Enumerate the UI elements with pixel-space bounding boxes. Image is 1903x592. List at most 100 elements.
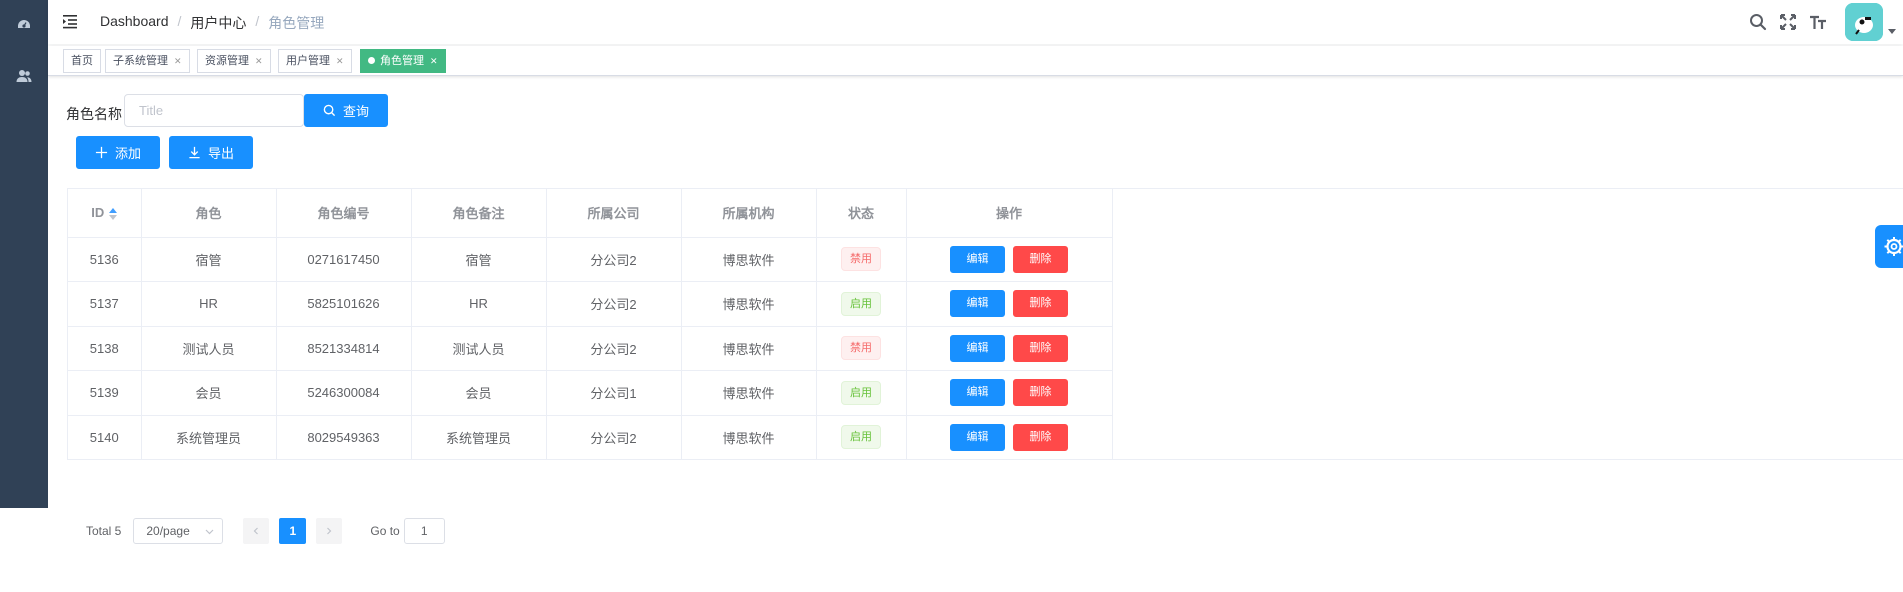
cell-company: 分公司2 xyxy=(546,326,682,371)
cell-status: 启用 xyxy=(816,281,907,327)
font-size-icon[interactable] xyxy=(1809,13,1827,31)
table-row: 5139 会员 5246300084 会员 分公司1 博思软件 启用 编辑 删除 xyxy=(68,370,1113,416)
delete-button[interactable]: 删除 xyxy=(1013,290,1068,318)
page-number-current[interactable]: 1 xyxy=(279,518,307,544)
caret-down-icon[interactable] xyxy=(1887,26,1897,36)
tags-view: 首页 子系统管理 ✕ 资源管理 ✕ 用户管理 ✕ 角色管理 ✕ xyxy=(48,46,1903,76)
search-icon[interactable] xyxy=(1749,13,1767,31)
column-header-id[interactable]: ID xyxy=(68,189,142,238)
cell-org: 博思软件 xyxy=(681,237,817,282)
edit-button[interactable]: 编辑 xyxy=(950,245,1005,273)
chevron-left-icon xyxy=(254,527,259,535)
role-name-input[interactable] xyxy=(124,94,304,127)
edit-button[interactable]: 编辑 xyxy=(950,290,1005,318)
cell-org: 博思软件 xyxy=(681,326,817,371)
column-header-role: 角色 xyxy=(141,189,277,238)
export-button[interactable]: 导出 xyxy=(169,136,253,169)
edit-button[interactable]: 编辑 xyxy=(950,379,1005,407)
status-badge: 启用 xyxy=(841,380,881,405)
search-button[interactable]: 查询 xyxy=(304,94,388,127)
add-button[interactable]: 添加 xyxy=(76,136,160,169)
cell-actions: 编辑 删除 xyxy=(906,281,1113,327)
prev-page-button[interactable] xyxy=(243,518,270,544)
avatar[interactable] xyxy=(1845,3,1883,41)
cell-actions: 编辑 删除 xyxy=(906,237,1113,282)
cell-org: 博思软件 xyxy=(681,370,817,416)
search-icon xyxy=(323,104,336,117)
goto-page-input[interactable]: 1 xyxy=(403,518,445,544)
tag-home[interactable]: 首页 xyxy=(63,49,101,73)
pagination: Total 5 20/page 1 Go to 1 xyxy=(86,518,445,544)
dashboard-icon[interactable] xyxy=(16,17,32,33)
search-label: 角色名称 xyxy=(66,106,122,122)
cell-remark: 宿管 xyxy=(411,237,547,282)
settings-panel-toggle[interactable] xyxy=(1875,225,1903,268)
active-dot-icon xyxy=(368,57,375,64)
cell-id: 5137 xyxy=(68,281,142,327)
role-table: ID 角色 角色编号 角色备注 所属公司 所属机构 状态 操作 5136 宿管 02… xyxy=(67,188,1903,460)
edit-button[interactable]: 编辑 xyxy=(950,423,1005,451)
page-size-value: 20/page xyxy=(146,524,190,538)
tag-resource[interactable]: 资源管理 ✕ xyxy=(197,49,271,73)
cell-org: 博思软件 xyxy=(681,281,817,327)
tag-label: 用户管理 xyxy=(286,55,330,67)
cell-remark: HR xyxy=(411,281,547,327)
cell-remark: 测试人员 xyxy=(411,326,547,371)
table-header-row: ID 角色 角色编号 角色备注 所属公司 所属机构 状态 操作 xyxy=(68,189,1113,238)
page-size-select[interactable]: 20/page xyxy=(133,518,224,544)
table-row: 5140 系统管理员 8029549363 系统管理员 分公司2 博思软件 启用 编辑 删除 xyxy=(68,415,1113,460)
delete-button[interactable]: 删除 xyxy=(1013,334,1068,362)
tag-label: 首页 xyxy=(71,55,93,67)
column-header-status: 状态 xyxy=(816,189,907,238)
cell-remark: 会员 xyxy=(411,370,547,416)
delete-button[interactable]: 删除 xyxy=(1013,245,1068,273)
close-icon[interactable]: ✕ xyxy=(430,56,438,66)
sidebar xyxy=(0,0,48,508)
cell-company: 分公司2 xyxy=(546,415,682,460)
cell-id: 5138 xyxy=(68,326,142,371)
cell-status: 启用 xyxy=(816,370,907,416)
cell-id: 5139 xyxy=(68,370,142,416)
cell-code: 5825101626 xyxy=(276,281,412,327)
tag-role-active[interactable]: 角色管理 ✕ xyxy=(360,49,446,73)
tag-subsystem[interactable]: 子系统管理 ✕ xyxy=(105,49,190,73)
cell-remark: 系统管理员 xyxy=(411,415,547,460)
column-header-org: 所属机构 xyxy=(681,189,817,238)
cell-code: 8029549363 xyxy=(276,415,412,460)
navbar: Dashboard / 用户中心 / 角色管理 xyxy=(48,0,1903,44)
table-row: 5138 测试人员 8521334814 测试人员 分公司2 博思软件 禁用 编辑 删除 xyxy=(68,326,1113,371)
status-badge: 禁用 xyxy=(841,247,881,272)
fullscreen-icon[interactable] xyxy=(1779,13,1797,31)
cell-status: 禁用 xyxy=(816,237,907,282)
cell-actions: 编辑 删除 xyxy=(906,326,1113,371)
delete-button[interactable]: 删除 xyxy=(1013,379,1068,407)
column-header-code: 角色编号 xyxy=(276,189,412,238)
delete-button[interactable]: 删除 xyxy=(1013,423,1068,451)
breadcrumb-separator: / xyxy=(177,13,182,29)
tag-user[interactable]: 用户管理 ✕ xyxy=(278,49,352,73)
status-badge: 禁用 xyxy=(841,336,881,361)
cell-id: 5140 xyxy=(68,415,142,460)
breadcrumb-item[interactable]: Dashboard xyxy=(100,13,169,33)
next-page-button[interactable] xyxy=(316,518,343,544)
role-table-grid: ID 角色 角色编号 角色备注 所属公司 所属机构 状态 操作 5136 宿管 02… xyxy=(68,189,1113,460)
hamburger-icon[interactable] xyxy=(62,13,78,29)
breadcrumb-item[interactable]: 用户中心 xyxy=(190,13,246,33)
close-icon[interactable]: ✕ xyxy=(255,56,263,66)
breadcrumb: Dashboard / 用户中心 / 角色管理 xyxy=(100,13,324,33)
breadcrumb-separator: / xyxy=(255,13,260,29)
cell-status: 禁用 xyxy=(816,326,907,371)
cell-id: 5136 xyxy=(68,237,142,282)
table-row: 5136 宿管 0271617450 宿管 分公司2 博思软件 禁用 编辑 删除 xyxy=(68,237,1113,282)
sort-icon[interactable] xyxy=(109,207,118,220)
tag-label: 资源管理 xyxy=(205,55,249,67)
close-icon[interactable]: ✕ xyxy=(174,56,182,66)
chevron-down-icon xyxy=(205,529,214,534)
user-group-icon[interactable] xyxy=(16,68,32,84)
status-badge: 启用 xyxy=(841,425,881,450)
right-menu xyxy=(1749,0,1903,44)
column-header-company: 所属公司 xyxy=(546,189,682,238)
edit-button[interactable]: 编辑 xyxy=(950,334,1005,362)
close-icon[interactable]: ✕ xyxy=(336,56,344,66)
cell-actions: 编辑 删除 xyxy=(906,415,1113,460)
